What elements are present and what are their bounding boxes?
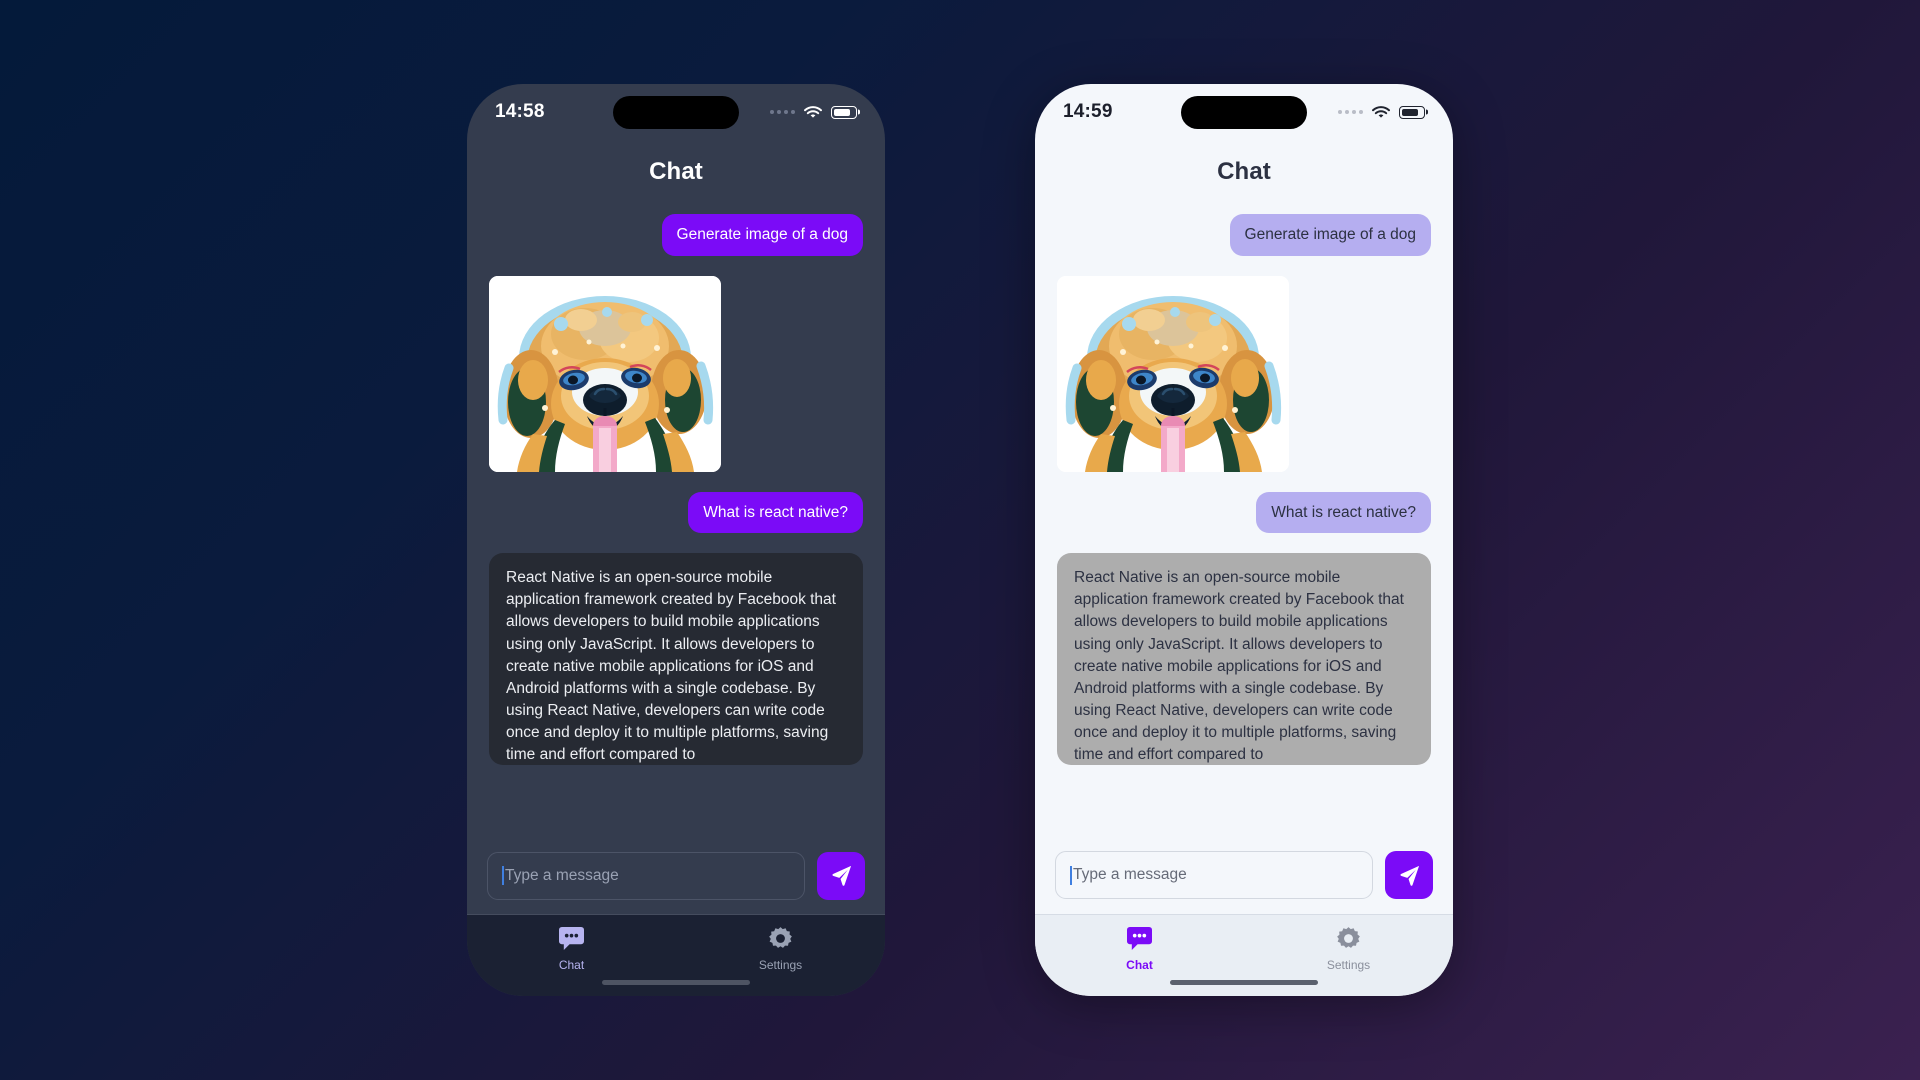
send-paper-plane-icon <box>831 865 851 886</box>
user-message-bubble: What is react native? <box>688 491 863 534</box>
wifi-icon <box>1372 105 1390 119</box>
chat-bubble-icon <box>1127 926 1152 951</box>
tab-chat[interactable]: Chat <box>1035 926 1244 972</box>
dynamic-island <box>1181 96 1307 129</box>
send-button[interactable] <box>817 851 865 900</box>
battery-icon <box>831 105 857 119</box>
text-cursor <box>1070 865 1072 885</box>
tab-settings-label: Settings <box>1326 958 1371 972</box>
message-row: Generate image of a dog <box>1057 214 1431 256</box>
send-button[interactable] <box>1385 851 1433 899</box>
assistant-message-bubble: React Native is an open-source mobile ap… <box>489 553 863 766</box>
signal-dots-icon <box>1338 110 1363 114</box>
status-bar: 14:58 <box>467 84 885 140</box>
app-header: Chat <box>467 140 885 204</box>
dynamic-island <box>613 96 739 129</box>
home-indicator <box>1170 980 1318 985</box>
battery-icon <box>1399 105 1425 119</box>
signal-dots-icon <box>770 110 795 114</box>
message-input[interactable]: Type a message <box>1055 851 1373 899</box>
tab-settings[interactable]: Settings <box>1244 926 1453 972</box>
message-row <box>1057 275 1431 472</box>
generated-dog-image[interactable] <box>489 275 721 472</box>
text-cursor <box>502 866 504 885</box>
tab-chat[interactable]: Chat <box>467 926 676 972</box>
message-row: What is react native? <box>1057 491 1431 534</box>
message-row: Generate image of a dog <box>489 214 863 256</box>
message-input-placeholder: Type a message <box>505 866 619 884</box>
tab-settings[interactable]: Settings <box>676 926 885 972</box>
page-title: Chat <box>649 158 703 185</box>
message-list: Generate image of a dog What is react na… <box>467 204 885 836</box>
page-title: Chat <box>1217 158 1271 185</box>
status-bar-icons <box>1338 105 1425 119</box>
message-input-bar: Type a message <box>1035 836 1453 914</box>
tab-settings-label: Settings <box>758 958 803 972</box>
generated-dog-image[interactable] <box>1057 275 1289 472</box>
phone-comparison-stage: 14:58 Chat Generate image of a dog What … <box>0 0 1920 1080</box>
gear-icon <box>769 927 792 948</box>
message-input-bar: Type a message <box>467 836 885 914</box>
message-row <box>489 275 863 472</box>
chat-bubble-icon <box>559 926 584 951</box>
gear-icon <box>1337 927 1360 948</box>
app-header: Chat <box>1035 140 1453 204</box>
status-bar-clock: 14:58 <box>495 101 545 122</box>
send-paper-plane-icon <box>1399 865 1419 886</box>
status-bar-icons <box>770 105 857 119</box>
home-indicator <box>602 980 750 985</box>
user-message-bubble: What is react native? <box>1256 491 1431 534</box>
status-bar-clock: 14:59 <box>1063 101 1113 122</box>
user-message-bubble: Generate image of a dog <box>1229 214 1431 256</box>
message-row: React Native is an open-source mobile ap… <box>489 553 863 766</box>
message-row: What is react native? <box>489 491 863 534</box>
message-list: Generate image of a dog What is react na… <box>1035 204 1453 836</box>
tab-chat-label: Chat <box>1126 958 1153 972</box>
message-input-placeholder: Type a message <box>1073 866 1187 883</box>
phone-light-theme: 14:59 Chat Generate image of a dog What … <box>1035 84 1453 996</box>
assistant-message-bubble: React Native is an open-source mobile ap… <box>1057 553 1431 766</box>
tab-chat-label: Chat <box>558 958 585 972</box>
phone-dark-theme: 14:58 Chat Generate image of a dog What … <box>467 84 885 996</box>
wifi-icon <box>804 105 822 119</box>
user-message-bubble: Generate image of a dog <box>661 214 863 256</box>
message-row: React Native is an open-source mobile ap… <box>1057 553 1431 766</box>
message-input[interactable]: Type a message <box>487 851 805 900</box>
status-bar: 14:59 <box>1035 84 1453 140</box>
